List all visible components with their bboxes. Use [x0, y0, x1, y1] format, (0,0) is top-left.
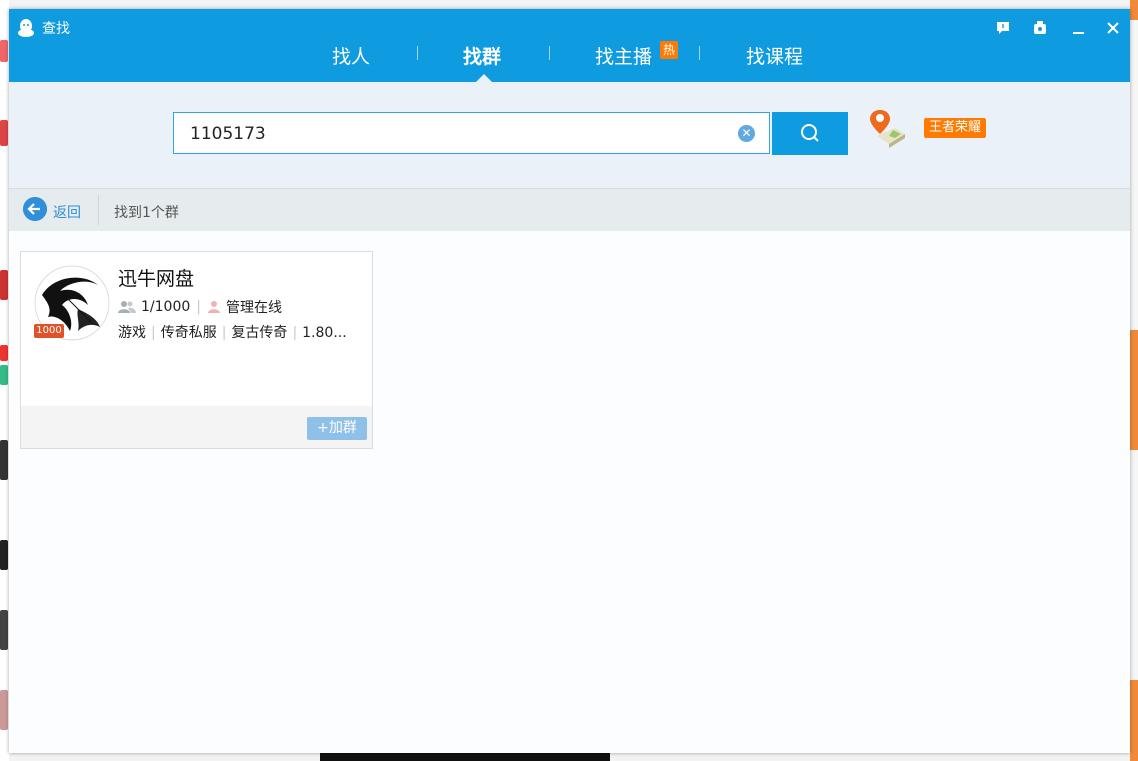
game-tag[interactable]: 王者荣耀	[924, 118, 987, 138]
title-bar: 查找 找人 找群 找主播 热 找课程	[9, 9, 1130, 82]
tab-find-people[interactable]: 找人	[332, 42, 370, 69]
search-box: ✕	[173, 112, 770, 154]
skin-icon[interactable]	[1031, 19, 1049, 37]
divider	[98, 195, 99, 225]
group-tag: 1.80...	[302, 325, 347, 341]
search-button[interactable]	[772, 112, 848, 155]
back-arrow-icon[interactable]	[23, 197, 47, 221]
tab-divider	[699, 46, 700, 60]
back-button[interactable]: 返回	[53, 202, 81, 222]
search-input[interactable]	[188, 122, 732, 146]
close-icon[interactable]	[1104, 19, 1122, 37]
background-desktop-bottom	[320, 752, 610, 761]
join-group-button[interactable]: +加群	[307, 417, 367, 440]
search-area: ✕ 王者荣耀	[9, 82, 1130, 188]
group-name[interactable]: 迅牛网盘	[118, 264, 194, 291]
capacity-badge: 1000	[34, 324, 64, 338]
background-desktop-left	[0, 0, 9, 761]
group-tag: 传奇私服	[160, 325, 217, 341]
minimize-icon[interactable]	[1069, 19, 1087, 37]
active-tab-indicator	[476, 74, 492, 82]
qq-penguin-icon	[18, 19, 34, 37]
separator: |	[221, 325, 227, 341]
feedback-icon[interactable]	[994, 19, 1012, 37]
group-meta: 1/1000 | 管理在线	[118, 297, 282, 317]
search-icon	[801, 124, 819, 142]
hot-badge: 热	[660, 41, 678, 59]
member-count: 1/1000	[141, 299, 191, 315]
separator: |	[151, 325, 156, 341]
admin-icon	[207, 301, 220, 313]
tab-divider	[417, 46, 418, 60]
group-card[interactable]: 1000 迅牛网盘 1/1000 | 管理在线 游戏 | 传奇私服 | 复古传奇 | 1.8…	[20, 251, 373, 449]
window-title: 查找	[42, 21, 70, 37]
tab-find-anchor[interactable]: 找主播	[595, 42, 652, 69]
group-tag: 游戏	[118, 325, 146, 341]
find-window: 查找 找人 找群 找主播 热 找课程 ✕	[9, 9, 1130, 753]
result-count: 找到1个群	[114, 205, 179, 221]
members-icon	[118, 301, 136, 313]
admin-status: 管理在线	[225, 300, 282, 316]
result-bar: 返回 找到1个群	[9, 188, 1130, 231]
group-tag: 复古传奇	[231, 325, 288, 341]
group-tags: 游戏 | 传奇私服 | 复古传奇 | 1.80...	[118, 322, 347, 342]
background-desktop-right	[1130, 0, 1138, 761]
separator: |	[196, 299, 201, 315]
separator: |	[292, 325, 298, 341]
clear-icon[interactable]: ✕	[738, 125, 755, 142]
tab-divider	[549, 46, 550, 60]
tab-find-group[interactable]: 找群	[463, 42, 501, 69]
tab-find-course[interactable]: 找课程	[746, 42, 803, 69]
location-map-icon[interactable]	[867, 106, 909, 150]
